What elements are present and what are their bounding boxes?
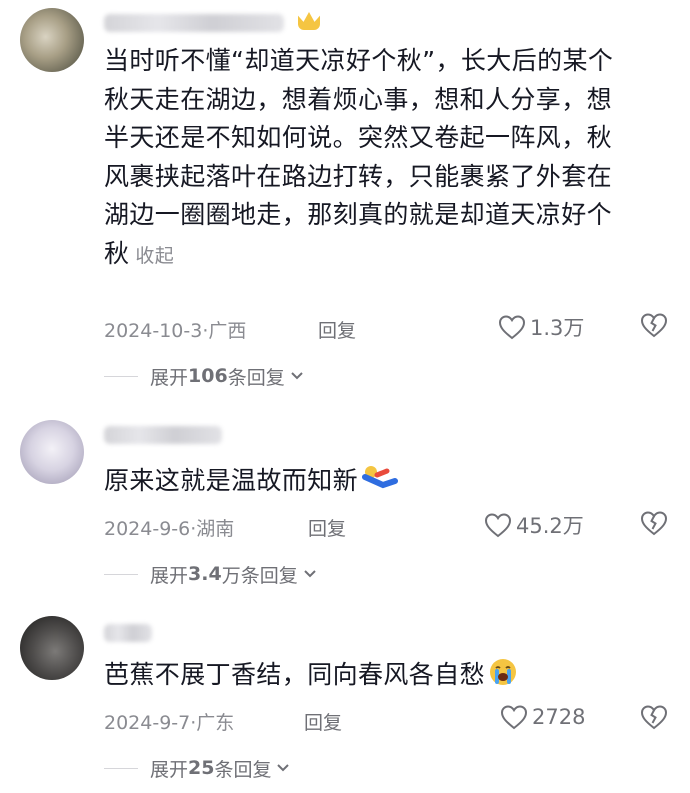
date-location: 2024-9-6·湖南	[104, 518, 235, 540]
chevron-down-icon	[303, 570, 316, 578]
like-button[interactable]: 45.2万	[484, 510, 584, 540]
like-button[interactable]: 1.3万	[498, 312, 584, 342]
avatar[interactable]	[20, 616, 84, 680]
comment-text: 原来这就是温故而知新	[104, 462, 664, 501]
comment-meta: 2024-9-7·广东 回复 2728	[104, 704, 668, 734]
dislike-button[interactable]	[640, 312, 668, 343]
comment-meta: 2024-10-3·广西 回复 1.3万	[104, 312, 668, 342]
comment-text: 芭蕉不展丁香结，同向春风各自愁	[104, 656, 664, 695]
avatar[interactable]	[20, 420, 84, 484]
like-count: 1.3万	[530, 316, 585, 340]
expand-replies-button[interactable]: 展开 3.4 万条回复	[104, 560, 317, 588]
date-location: 2024-10-3·广西	[104, 320, 247, 342]
heart-outline-icon	[498, 315, 526, 340]
loudly-crying-face-emoji	[490, 659, 517, 685]
divider	[104, 375, 138, 377]
broken-heart-icon	[640, 511, 668, 536]
broken-heart-icon	[640, 313, 668, 338]
comment-meta: 2024-9-6·湖南 回复 45.2万	[104, 510, 668, 540]
expand-replies-button[interactable]: 展开 25 条回复	[104, 754, 290, 782]
heart-outline-icon	[484, 513, 512, 538]
like-button[interactable]: 2728	[500, 704, 585, 730]
collapse-link[interactable]: 收起	[135, 245, 174, 267]
heart-outline-icon	[500, 705, 528, 730]
username-blurred[interactable]	[104, 426, 222, 444]
divider	[104, 767, 138, 769]
crown-badge-icon	[298, 12, 320, 30]
username-blurred[interactable]	[104, 14, 284, 32]
reply-button[interactable]: 回复	[308, 514, 346, 541]
chevron-down-icon	[277, 764, 290, 772]
dislike-button[interactable]	[640, 704, 668, 735]
broken-heart-icon	[640, 705, 668, 730]
like-count: 45.2万	[516, 514, 584, 538]
comment-text: 当时听不懂“却道天凉好个秋”，长大后的某个 秋天走在湖边，想着烦心事，想和人分享…	[104, 46, 614, 268]
dislike-button[interactable]	[640, 510, 668, 541]
expand-replies-button[interactable]: 展开 106 条回复	[104, 362, 304, 390]
chevron-down-icon	[290, 372, 303, 380]
like-count: 2728	[532, 705, 586, 729]
reply-button[interactable]: 回复	[304, 708, 342, 735]
reply-button[interactable]: 回复	[318, 316, 356, 343]
date-location: 2024-9-7·广东	[104, 712, 235, 734]
avatar[interactable]	[20, 8, 84, 72]
username-blurred[interactable]	[104, 624, 152, 642]
divider	[104, 573, 138, 575]
sliding-person-emoji	[362, 466, 399, 489]
